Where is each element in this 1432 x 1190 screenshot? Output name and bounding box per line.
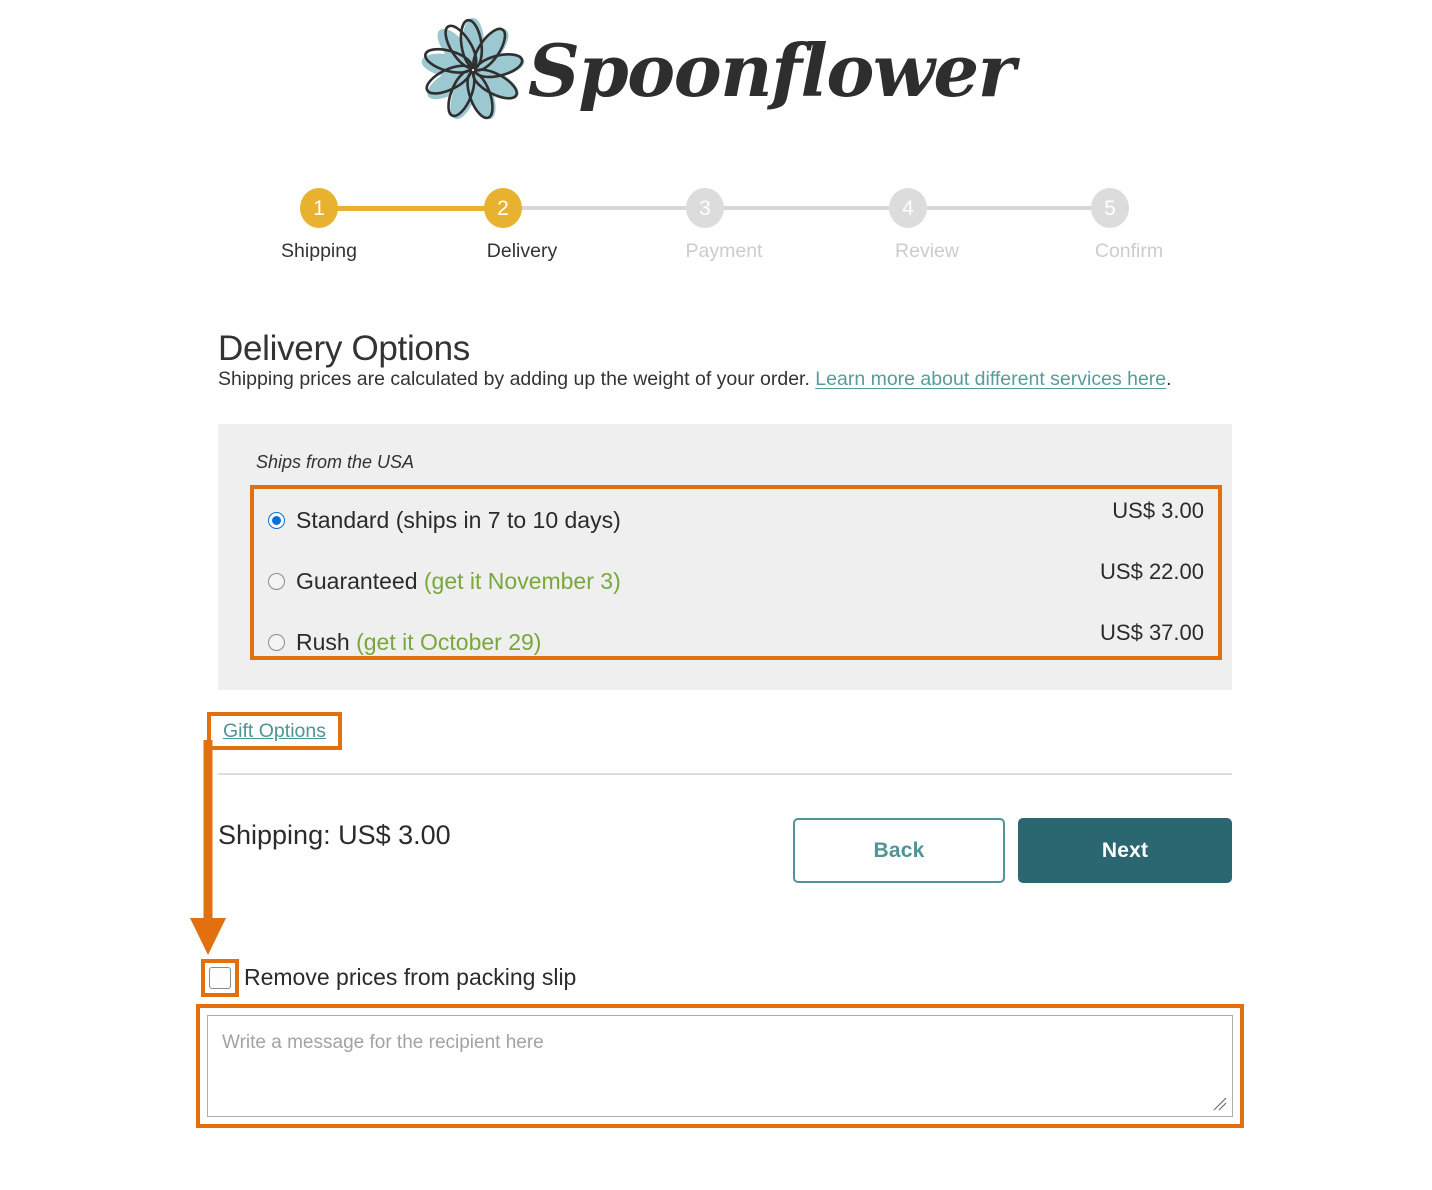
step-circle-3[interactable]: 3 bbox=[686, 188, 724, 228]
step-connector-3 bbox=[705, 206, 908, 210]
remove-prices-label[interactable]: Remove prices from packing slip bbox=[244, 964, 576, 991]
step-circle-2[interactable]: 2 bbox=[484, 188, 522, 228]
step-connector-2 bbox=[503, 206, 705, 210]
back-button[interactable]: Back bbox=[793, 818, 1005, 883]
shipping-option-row-standard[interactable]: Standard (ships in 7 to 10 days) US$ 3.0… bbox=[254, 496, 1218, 544]
shipping-options-highlight: Standard (ships in 7 to 10 days) US$ 3.0… bbox=[250, 485, 1222, 660]
flower-icon bbox=[421, 18, 525, 120]
subtitle-suffix-text: . bbox=[1166, 368, 1172, 390]
ships-from-label: Ships from the USA bbox=[256, 452, 415, 472]
shipping-option-price-guaranteed: US$ 22.00 bbox=[1100, 559, 1204, 584]
remove-prices-checkbox[interactable] bbox=[209, 967, 231, 989]
shipping-option-label-standard: Standard (ships in 7 to 10 days) bbox=[296, 507, 621, 534]
step-label-shipping[interactable]: Shipping bbox=[281, 240, 357, 263]
next-button[interactable]: Next bbox=[1018, 818, 1232, 883]
step-label-payment[interactable]: Payment bbox=[686, 240, 763, 263]
option-detail-rush: (get it October 29) bbox=[349, 628, 542, 655]
shipping-option-label-guaranteed: Guaranteed (get it November 3) bbox=[296, 568, 621, 595]
learn-more-link[interactable]: Learn more about different services here bbox=[815, 368, 1166, 390]
subtitle-prefix-text: Shipping prices are calculated by adding… bbox=[218, 368, 816, 390]
option-name-guaranteed: Guaranteed bbox=[296, 567, 418, 594]
gift-message-input[interactable] bbox=[207, 1015, 1233, 1117]
radio-rush[interactable] bbox=[268, 633, 285, 651]
step-label-delivery[interactable]: Delivery bbox=[487, 240, 557, 263]
step-circle-5[interactable]: 5 bbox=[1091, 188, 1129, 228]
option-name-standard: Standard bbox=[296, 506, 390, 533]
annotation-arrow-icon bbox=[190, 740, 226, 955]
shipping-option-row-guaranteed[interactable]: Guaranteed (get it November 3) US$ 22.00 bbox=[254, 557, 1218, 605]
checkout-stepper: 1 2 3 4 5 Shipping Delivery Payment Revi… bbox=[281, 188, 1163, 262]
shipping-total-text: Shipping: US$ 3.00 bbox=[218, 820, 451, 850]
option-name-rush: Rush bbox=[296, 628, 350, 655]
step-circle-1[interactable]: 1 bbox=[300, 188, 338, 228]
radio-guaranteed[interactable] bbox=[268, 572, 285, 590]
option-detail-standard: (ships in 7 to 10 days) bbox=[389, 506, 621, 533]
shipping-option-price-rush: US$ 37.00 bbox=[1100, 620, 1204, 645]
step-connector-4 bbox=[908, 206, 1111, 210]
shipping-option-price-standard: US$ 3.00 bbox=[1112, 498, 1204, 523]
page-subtitle: Shipping prices are calculated by adding… bbox=[218, 368, 1172, 391]
shipping-option-label-rush: Rush (get it October 29) bbox=[296, 629, 541, 656]
step-label-confirm[interactable]: Confirm bbox=[1095, 240, 1163, 263]
step-connector-1 bbox=[319, 205, 503, 211]
page-title: Delivery Options bbox=[218, 329, 470, 369]
brand-name: Spoonflower bbox=[527, 27, 1016, 113]
step-label-review[interactable]: Review bbox=[895, 240, 959, 263]
site-logo[interactable]: Spoonflower bbox=[0, 18, 1432, 123]
radio-standard[interactable] bbox=[268, 511, 285, 529]
section-divider bbox=[218, 773, 1232, 775]
step-circle-4[interactable]: 4 bbox=[889, 188, 927, 228]
option-detail-guaranteed: (get it November 3) bbox=[417, 567, 621, 594]
shipping-option-row-rush[interactable]: Rush (get it October 29) US$ 37.00 bbox=[254, 618, 1218, 666]
